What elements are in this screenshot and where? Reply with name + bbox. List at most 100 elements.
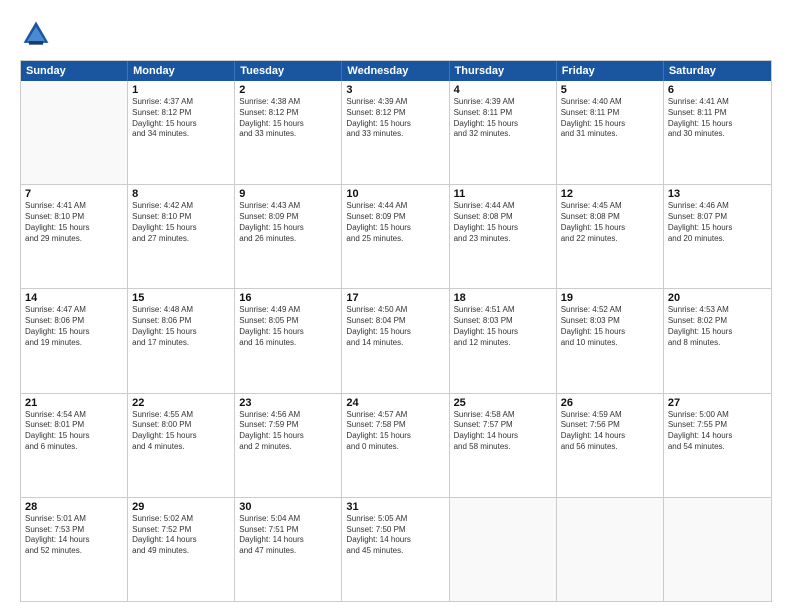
day-info: Sunrise: 5:05 AM Sunset: 7:50 PM Dayligh…: [346, 514, 444, 557]
day-number: 17: [346, 292, 444, 304]
calendar-row: 14Sunrise: 4:47 AM Sunset: 8:06 PM Dayli…: [21, 289, 771, 393]
day-info: Sunrise: 4:54 AM Sunset: 8:01 PM Dayligh…: [25, 410, 123, 453]
weekday-header: Saturday: [664, 61, 771, 81]
calendar-cell: 22Sunrise: 4:55 AM Sunset: 8:00 PM Dayli…: [128, 394, 235, 497]
calendar-cell: 6Sunrise: 4:41 AM Sunset: 8:11 PM Daylig…: [664, 81, 771, 184]
day-number: 13: [668, 188, 767, 200]
calendar-cell: 25Sunrise: 4:58 AM Sunset: 7:57 PM Dayli…: [450, 394, 557, 497]
day-number: 8: [132, 188, 230, 200]
calendar: SundayMondayTuesdayWednesdayThursdayFrid…: [20, 60, 772, 602]
day-info: Sunrise: 4:38 AM Sunset: 8:12 PM Dayligh…: [239, 97, 337, 140]
day-info: Sunrise: 4:57 AM Sunset: 7:58 PM Dayligh…: [346, 410, 444, 453]
calendar-cell: 16Sunrise: 4:49 AM Sunset: 8:05 PM Dayli…: [235, 289, 342, 392]
day-info: Sunrise: 4:45 AM Sunset: 8:08 PM Dayligh…: [561, 201, 659, 244]
calendar-body: 1Sunrise: 4:37 AM Sunset: 8:12 PM Daylig…: [21, 81, 771, 601]
day-info: Sunrise: 4:48 AM Sunset: 8:06 PM Dayligh…: [132, 305, 230, 348]
calendar-cell: 9Sunrise: 4:43 AM Sunset: 8:09 PM Daylig…: [235, 185, 342, 288]
day-info: Sunrise: 4:40 AM Sunset: 8:11 PM Dayligh…: [561, 97, 659, 140]
calendar-cell: 12Sunrise: 4:45 AM Sunset: 8:08 PM Dayli…: [557, 185, 664, 288]
weekday-header: Tuesday: [235, 61, 342, 81]
day-number: 2: [239, 84, 337, 96]
weekday-header: Wednesday: [342, 61, 449, 81]
day-info: Sunrise: 4:56 AM Sunset: 7:59 PM Dayligh…: [239, 410, 337, 453]
day-info: Sunrise: 5:00 AM Sunset: 7:55 PM Dayligh…: [668, 410, 767, 453]
logo-icon: [20, 18, 52, 50]
calendar-cell: [664, 498, 771, 601]
calendar-row: 21Sunrise: 4:54 AM Sunset: 8:01 PM Dayli…: [21, 394, 771, 498]
calendar-cell: 26Sunrise: 4:59 AM Sunset: 7:56 PM Dayli…: [557, 394, 664, 497]
day-info: Sunrise: 4:47 AM Sunset: 8:06 PM Dayligh…: [25, 305, 123, 348]
calendar-cell: 27Sunrise: 5:00 AM Sunset: 7:55 PM Dayli…: [664, 394, 771, 497]
day-info: Sunrise: 4:41 AM Sunset: 8:10 PM Dayligh…: [25, 201, 123, 244]
day-number: 15: [132, 292, 230, 304]
calendar-cell: 23Sunrise: 4:56 AM Sunset: 7:59 PM Dayli…: [235, 394, 342, 497]
day-number: 7: [25, 188, 123, 200]
day-info: Sunrise: 4:43 AM Sunset: 8:09 PM Dayligh…: [239, 201, 337, 244]
day-info: Sunrise: 4:55 AM Sunset: 8:00 PM Dayligh…: [132, 410, 230, 453]
page: SundayMondayTuesdayWednesdayThursdayFrid…: [0, 0, 792, 612]
day-info: Sunrise: 4:53 AM Sunset: 8:02 PM Dayligh…: [668, 305, 767, 348]
weekday-header: Thursday: [450, 61, 557, 81]
day-info: Sunrise: 4:50 AM Sunset: 8:04 PM Dayligh…: [346, 305, 444, 348]
calendar-cell: 8Sunrise: 4:42 AM Sunset: 8:10 PM Daylig…: [128, 185, 235, 288]
day-number: 18: [454, 292, 552, 304]
calendar-cell: 17Sunrise: 4:50 AM Sunset: 8:04 PM Dayli…: [342, 289, 449, 392]
day-info: Sunrise: 4:49 AM Sunset: 8:05 PM Dayligh…: [239, 305, 337, 348]
calendar-cell: 10Sunrise: 4:44 AM Sunset: 8:09 PM Dayli…: [342, 185, 449, 288]
calendar-cell: 15Sunrise: 4:48 AM Sunset: 8:06 PM Dayli…: [128, 289, 235, 392]
day-info: Sunrise: 4:37 AM Sunset: 8:12 PM Dayligh…: [132, 97, 230, 140]
day-number: 5: [561, 84, 659, 96]
calendar-cell: 31Sunrise: 5:05 AM Sunset: 7:50 PM Dayli…: [342, 498, 449, 601]
calendar-cell: 29Sunrise: 5:02 AM Sunset: 7:52 PM Dayli…: [128, 498, 235, 601]
day-number: 24: [346, 397, 444, 409]
header: [20, 18, 772, 50]
day-info: Sunrise: 4:42 AM Sunset: 8:10 PM Dayligh…: [132, 201, 230, 244]
day-number: 19: [561, 292, 659, 304]
day-number: 6: [668, 84, 767, 96]
calendar-row: 1Sunrise: 4:37 AM Sunset: 8:12 PM Daylig…: [21, 81, 771, 185]
day-number: 28: [25, 501, 123, 513]
day-info: Sunrise: 4:41 AM Sunset: 8:11 PM Dayligh…: [668, 97, 767, 140]
calendar-cell: 30Sunrise: 5:04 AM Sunset: 7:51 PM Dayli…: [235, 498, 342, 601]
day-number: 4: [454, 84, 552, 96]
calendar-row: 7Sunrise: 4:41 AM Sunset: 8:10 PM Daylig…: [21, 185, 771, 289]
day-number: 22: [132, 397, 230, 409]
calendar-cell: [557, 498, 664, 601]
day-number: 14: [25, 292, 123, 304]
calendar-cell: [21, 81, 128, 184]
calendar-cell: 7Sunrise: 4:41 AM Sunset: 8:10 PM Daylig…: [21, 185, 128, 288]
day-number: 1: [132, 84, 230, 96]
calendar-cell: 2Sunrise: 4:38 AM Sunset: 8:12 PM Daylig…: [235, 81, 342, 184]
calendar-cell: 28Sunrise: 5:01 AM Sunset: 7:53 PM Dayli…: [21, 498, 128, 601]
calendar-cell: 21Sunrise: 4:54 AM Sunset: 8:01 PM Dayli…: [21, 394, 128, 497]
day-number: 12: [561, 188, 659, 200]
day-number: 10: [346, 188, 444, 200]
calendar-cell: 5Sunrise: 4:40 AM Sunset: 8:11 PM Daylig…: [557, 81, 664, 184]
calendar-cell: 13Sunrise: 4:46 AM Sunset: 8:07 PM Dayli…: [664, 185, 771, 288]
calendar-cell: 20Sunrise: 4:53 AM Sunset: 8:02 PM Dayli…: [664, 289, 771, 392]
logo: [20, 18, 56, 50]
calendar-row: 28Sunrise: 5:01 AM Sunset: 7:53 PM Dayli…: [21, 498, 771, 601]
day-info: Sunrise: 5:01 AM Sunset: 7:53 PM Dayligh…: [25, 514, 123, 557]
day-number: 30: [239, 501, 337, 513]
day-info: Sunrise: 4:44 AM Sunset: 8:08 PM Dayligh…: [454, 201, 552, 244]
day-info: Sunrise: 4:58 AM Sunset: 7:57 PM Dayligh…: [454, 410, 552, 453]
calendar-cell: 14Sunrise: 4:47 AM Sunset: 8:06 PM Dayli…: [21, 289, 128, 392]
calendar-cell: 18Sunrise: 4:51 AM Sunset: 8:03 PM Dayli…: [450, 289, 557, 392]
calendar-header: SundayMondayTuesdayWednesdayThursdayFrid…: [21, 61, 771, 81]
day-info: Sunrise: 4:44 AM Sunset: 8:09 PM Dayligh…: [346, 201, 444, 244]
calendar-cell: 4Sunrise: 4:39 AM Sunset: 8:11 PM Daylig…: [450, 81, 557, 184]
calendar-cell: 24Sunrise: 4:57 AM Sunset: 7:58 PM Dayli…: [342, 394, 449, 497]
day-number: 29: [132, 501, 230, 513]
day-info: Sunrise: 4:46 AM Sunset: 8:07 PM Dayligh…: [668, 201, 767, 244]
day-info: Sunrise: 4:59 AM Sunset: 7:56 PM Dayligh…: [561, 410, 659, 453]
day-info: Sunrise: 5:04 AM Sunset: 7:51 PM Dayligh…: [239, 514, 337, 557]
calendar-cell: 19Sunrise: 4:52 AM Sunset: 8:03 PM Dayli…: [557, 289, 664, 392]
day-number: 3: [346, 84, 444, 96]
day-number: 26: [561, 397, 659, 409]
day-number: 21: [25, 397, 123, 409]
day-info: Sunrise: 4:51 AM Sunset: 8:03 PM Dayligh…: [454, 305, 552, 348]
day-info: Sunrise: 4:52 AM Sunset: 8:03 PM Dayligh…: [561, 305, 659, 348]
day-number: 25: [454, 397, 552, 409]
weekday-header: Sunday: [21, 61, 128, 81]
